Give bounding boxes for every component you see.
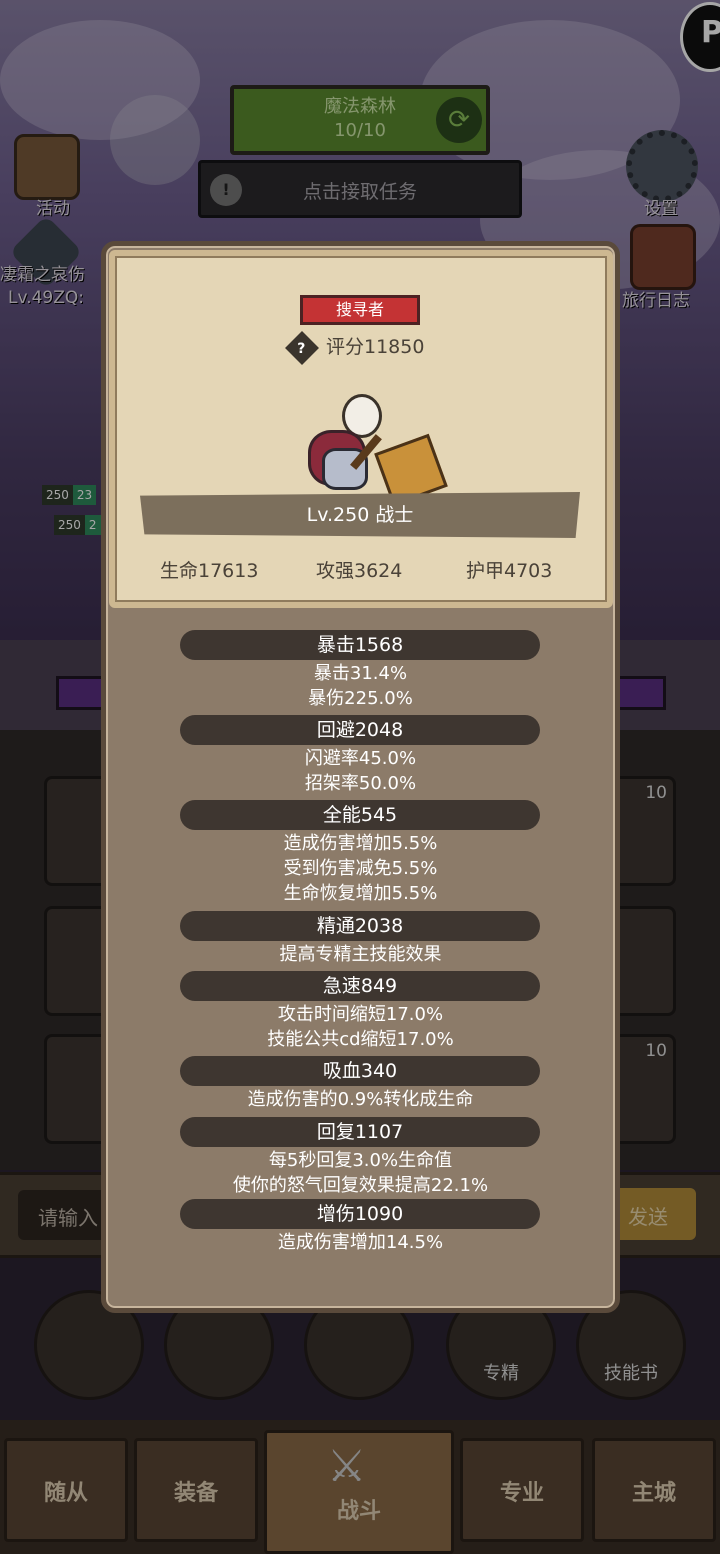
score-text: 评分11850: [326, 336, 425, 358]
title-tag: 搜寻者: [300, 295, 420, 325]
stat-line: 暴击31.4%: [313, 663, 408, 684]
stat-line: 造成伤害的0.9%转化成生命: [247, 1089, 474, 1110]
stat-header-avoidance: 回避2048: [180, 715, 540, 745]
stat-line: 暴伤225.0%: [308, 688, 413, 709]
stat-line: 闪避率45.0%: [304, 748, 417, 769]
attack-stat: 攻强3624: [316, 560, 403, 582]
stat-header-haste: 急速849: [180, 971, 540, 1001]
stat-header-damage-bonus: 增伤1090: [180, 1199, 540, 1229]
stat-line: 每5秒回复3.0%生命值: [268, 1150, 453, 1171]
stat-line: 造成伤害增加5.5%: [283, 833, 438, 854]
stat-line: 生命恢复增加5.5%: [283, 883, 438, 904]
stat-line: 受到伤害减免5.5%: [283, 858, 438, 879]
stat-line: 技能公共cd缩短17.0%: [267, 1029, 454, 1050]
stat-line: 攻击时间缩短17.0%: [277, 1004, 444, 1025]
stat-header-mastery: 精通2038: [180, 911, 540, 941]
stat-header-crit: 暴击1568: [180, 630, 540, 660]
stat-header-lifesteal: 吸血340: [180, 1056, 540, 1086]
stat-header-regen: 回复1107: [180, 1117, 540, 1147]
hp-stat: 生命17613: [160, 560, 259, 582]
armor-stat: 护甲4703: [466, 560, 553, 582]
help-icon[interactable]: ?: [285, 330, 319, 365]
stat-line: 提高专精主技能效果: [279, 944, 442, 965]
level-class-banner: Lv.250 战士: [140, 492, 580, 538]
score-row: ? 评分11850: [285, 330, 490, 365]
stat-line: 使你的怒气回复效果提高22.1%: [232, 1175, 489, 1196]
stat-line: 招架率50.0%: [304, 773, 417, 794]
warrior-character-sprite: [300, 380, 460, 507]
stat-line: 造成伤害增加14.5%: [277, 1232, 444, 1253]
stat-header-versatility: 全能545: [180, 800, 540, 830]
